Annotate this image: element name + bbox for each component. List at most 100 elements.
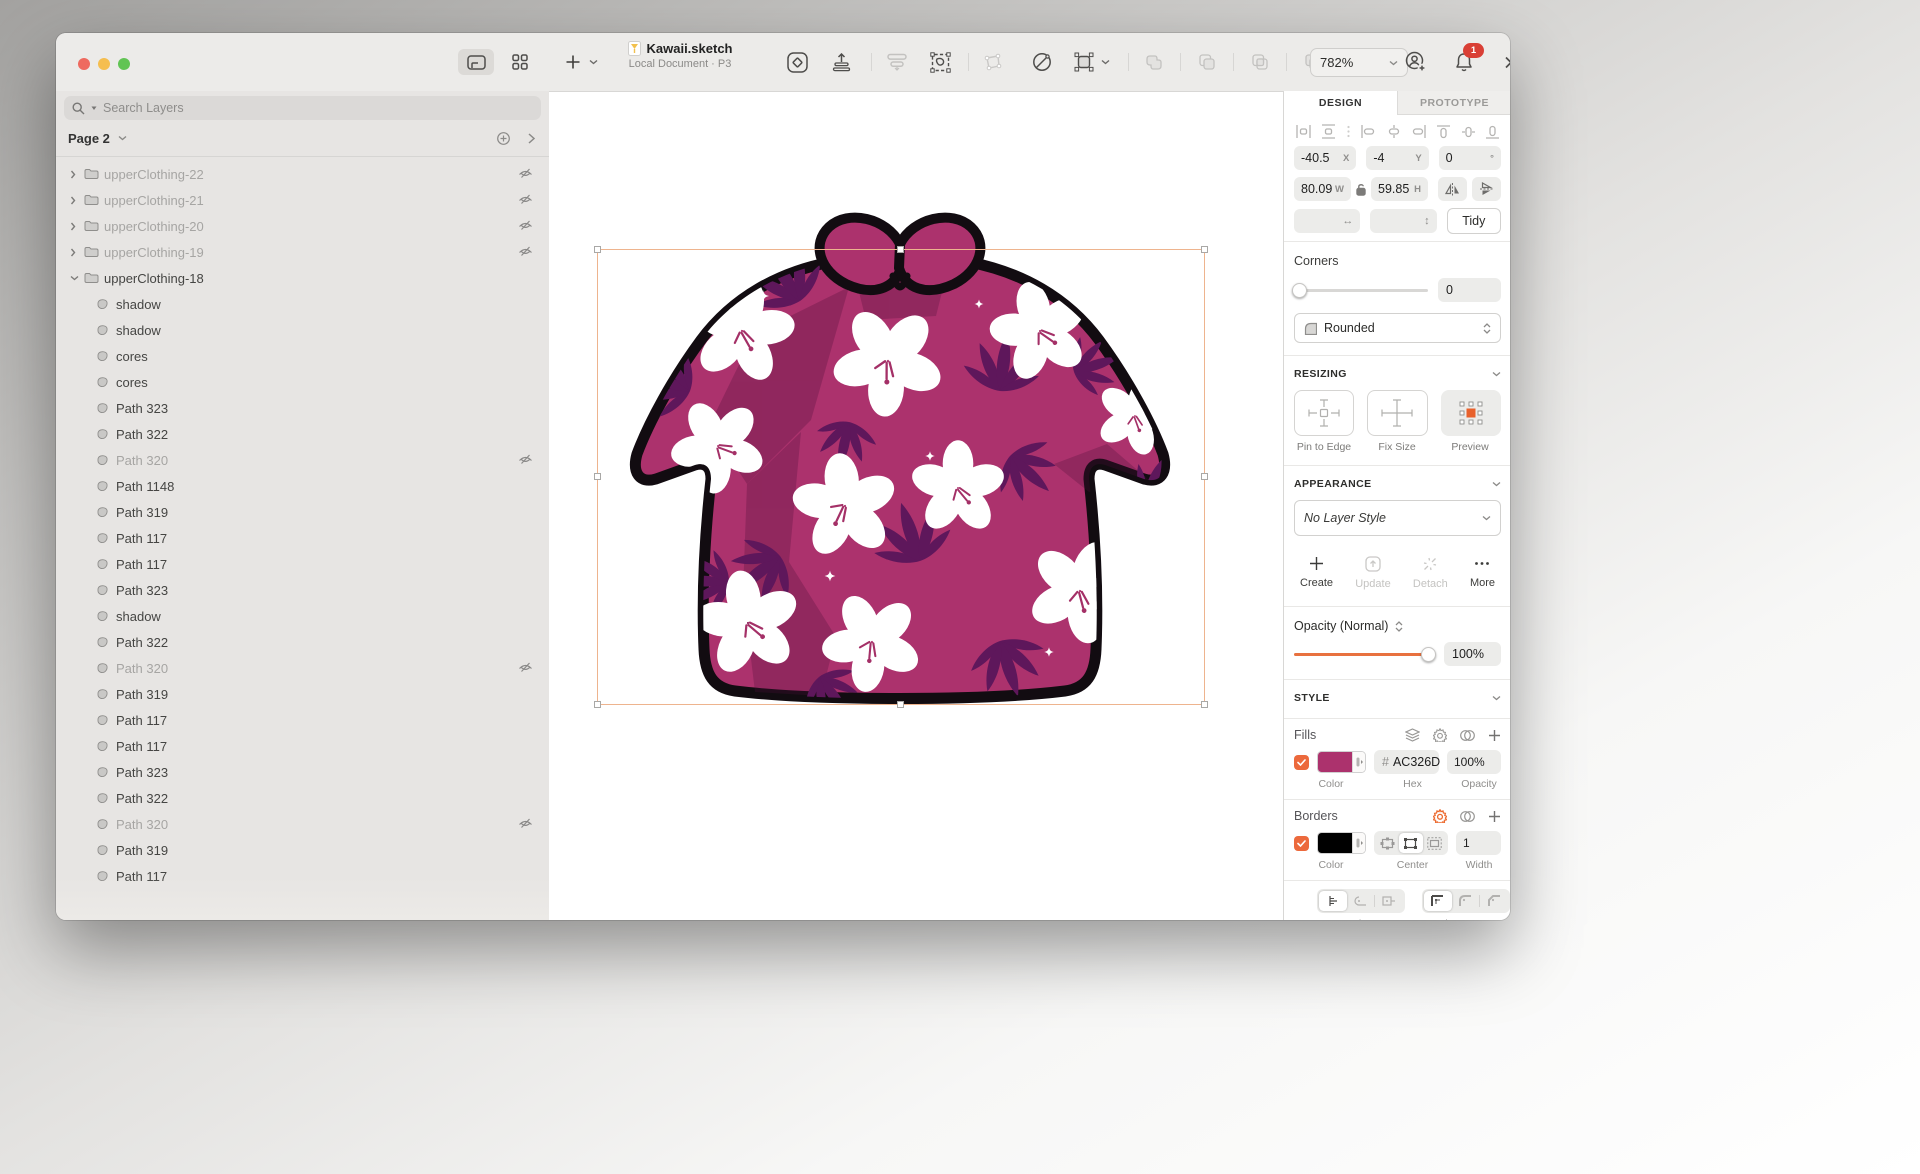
lock-ratio-icon[interactable] <box>1356 183 1366 196</box>
fill-presets-icon[interactable] <box>1405 728 1420 742</box>
close-button[interactable] <box>78 58 90 70</box>
corner-radius-slider[interactable] <box>1294 289 1428 292</box>
opacity-slider[interactable] <box>1294 653 1434 656</box>
fill-picker-flap[interactable] <box>1352 752 1365 772</box>
update-style-button[interactable]: Update <box>1355 556 1390 590</box>
create-artboard-icon[interactable] <box>829 50 853 74</box>
layer-row[interactable]: Path 322 <box>56 629 549 655</box>
detach-style-button[interactable]: Detach <box>1413 556 1448 590</box>
resizing-header[interactable]: RESIZING <box>1294 356 1501 390</box>
layer-row[interactable]: shadow <box>56 603 549 629</box>
width-field[interactable]: 80.09W <box>1294 177 1351 201</box>
round-cap-option[interactable] <box>1347 891 1375 911</box>
pages-expand-chevron-icon[interactable] <box>528 133 535 144</box>
layer-group-row[interactable]: upperClothing-19 <box>56 239 549 265</box>
hawaiian-shirt-artwork[interactable] <box>549 92 1283 920</box>
flip-vertical-button[interactable] <box>1472 177 1501 201</box>
border-enabled-checkbox[interactable] <box>1294 836 1309 851</box>
corner-radius-value[interactable]: 0 <box>1438 278 1501 302</box>
pin-to-edge-button[interactable] <box>1294 390 1354 436</box>
layer-row[interactable]: cores <box>56 369 549 395</box>
border-picker-flap[interactable] <box>1352 833 1365 853</box>
hidden-eye-icon[interactable] <box>518 817 533 835</box>
align-left-icon[interactable] <box>1361 125 1375 138</box>
border-blend-icon[interactable] <box>1460 810 1475 823</box>
hidden-eye-icon[interactable] <box>518 167 533 185</box>
border-settings-gear-icon-active[interactable] <box>1433 809 1447 823</box>
border-inside-option[interactable] <box>1376 833 1399 853</box>
border-width-field[interactable]: 1 <box>1456 831 1501 855</box>
appearance-header[interactable]: APPEARANCE <box>1294 466 1501 500</box>
disclosure-chevron-icon[interactable] <box>70 248 84 257</box>
edit-group-icon-disabled[interactable] <box>980 50 1004 74</box>
disclosure-chevron-icon[interactable] <box>70 222 84 231</box>
canvas-view-button[interactable] <box>458 49 494 75</box>
border-color-swatch[interactable] <box>1317 832 1366 854</box>
layer-group-row[interactable]: upperClothing-21 <box>56 187 549 213</box>
fill-color-swatch[interactable] <box>1317 751 1366 773</box>
fill-opacity-field[interactable]: 100% <box>1447 750 1501 774</box>
disclosure-chevron-icon[interactable] <box>70 275 84 281</box>
miter-join-option[interactable] <box>1424 891 1452 911</box>
scale-icon-disabled[interactable] <box>885 50 909 74</box>
layer-row[interactable]: Path 117 <box>56 525 549 551</box>
add-page-icon[interactable] <box>497 132 510 145</box>
search-layers-field[interactable]: Search Layers <box>64 96 541 120</box>
tidy-button[interactable]: Tidy <box>1447 208 1501 234</box>
layer-row[interactable]: Path 319 <box>56 681 549 707</box>
layer-style-dropdown[interactable]: No Layer Style <box>1294 500 1501 536</box>
butt-cap-option[interactable] <box>1319 891 1347 911</box>
align-top-icon[interactable] <box>1437 125 1450 139</box>
layer-row[interactable]: cores <box>56 343 549 369</box>
y-position-field[interactable]: -4Y <box>1366 146 1428 170</box>
union-icon-disabled[interactable] <box>1142 50 1166 74</box>
layer-row[interactable]: Path 322 <box>56 785 549 811</box>
layer-group-row[interactable]: upperClothing-20 <box>56 213 549 239</box>
hidden-eye-icon[interactable] <box>518 219 533 237</box>
rotation-field[interactable]: 0° <box>1439 146 1501 170</box>
x-position-field[interactable]: -40.5X <box>1294 146 1356 170</box>
layer-row[interactable]: Path 319 <box>56 499 549 525</box>
intersect-icon-disabled[interactable] <box>1248 50 1272 74</box>
fix-size-button[interactable] <box>1367 390 1427 436</box>
layer-row[interactable]: Path 117 <box>56 707 549 733</box>
page-name[interactable]: Page 2 <box>68 131 110 146</box>
canvas[interactable] <box>549 91 1283 920</box>
layer-group-row[interactable]: upperClothing-18 <box>56 265 549 291</box>
layer-row[interactable]: Path 117 <box>56 733 549 759</box>
vertical-spacing-field[interactable]: ↕ <box>1370 209 1436 233</box>
layer-row[interactable]: Path 320 <box>56 655 549 681</box>
rotate-icon[interactable] <box>1030 50 1054 74</box>
layer-row[interactable]: Path 320 <box>56 447 549 473</box>
fill-enabled-checkbox[interactable] <box>1294 755 1309 770</box>
frame-chevron-icon[interactable] <box>1101 59 1110 65</box>
zoom-level-control[interactable]: 782% <box>1310 48 1408 77</box>
layer-row[interactable]: Path 323 <box>56 395 549 421</box>
hidden-eye-icon[interactable] <box>518 661 533 679</box>
align-right-icon[interactable] <box>1412 125 1426 138</box>
layer-group-row[interactable]: upperClothing-22 <box>56 161 549 187</box>
layer-row[interactable]: Path 117 <box>56 551 549 577</box>
opacity-value[interactable]: 100% <box>1444 642 1501 666</box>
layer-row[interactable]: Path 320 <box>56 811 549 837</box>
bevel-join-option[interactable] <box>1480 891 1508 911</box>
notifications-bell-icon[interactable]: 1 <box>1452 50 1476 74</box>
opacity-label[interactable]: Opacity (Normal) <box>1294 619 1388 633</box>
style-header[interactable]: STYLE <box>1294 680 1501 714</box>
flip-horizontal-button[interactable] <box>1438 177 1467 201</box>
disclosure-chevron-icon[interactable] <box>70 196 84 205</box>
distribute-horizontal-icon[interactable] <box>1296 125 1311 138</box>
layer-row[interactable]: Path 319 <box>56 837 549 863</box>
layer-row[interactable]: Path 1148 <box>56 473 549 499</box>
round-join-option[interactable] <box>1452 891 1480 911</box>
layer-row[interactable]: Path 322 <box>56 421 549 447</box>
align-bottom-icon[interactable] <box>1486 125 1499 139</box>
tab-design[interactable]: DESIGN <box>1284 91 1397 115</box>
fill-hex-field[interactable]: # AC326D <box>1374 750 1439 774</box>
hidden-eye-icon[interactable] <box>518 193 533 211</box>
height-field[interactable]: 59.85H <box>1371 177 1428 201</box>
layer-row[interactable]: shadow <box>56 317 549 343</box>
fill-settings-gear-icon[interactable] <box>1433 728 1447 742</box>
layer-row[interactable]: Path 117 <box>56 863 549 889</box>
tab-prototype[interactable]: PROTOTYPE <box>1397 91 1510 114</box>
